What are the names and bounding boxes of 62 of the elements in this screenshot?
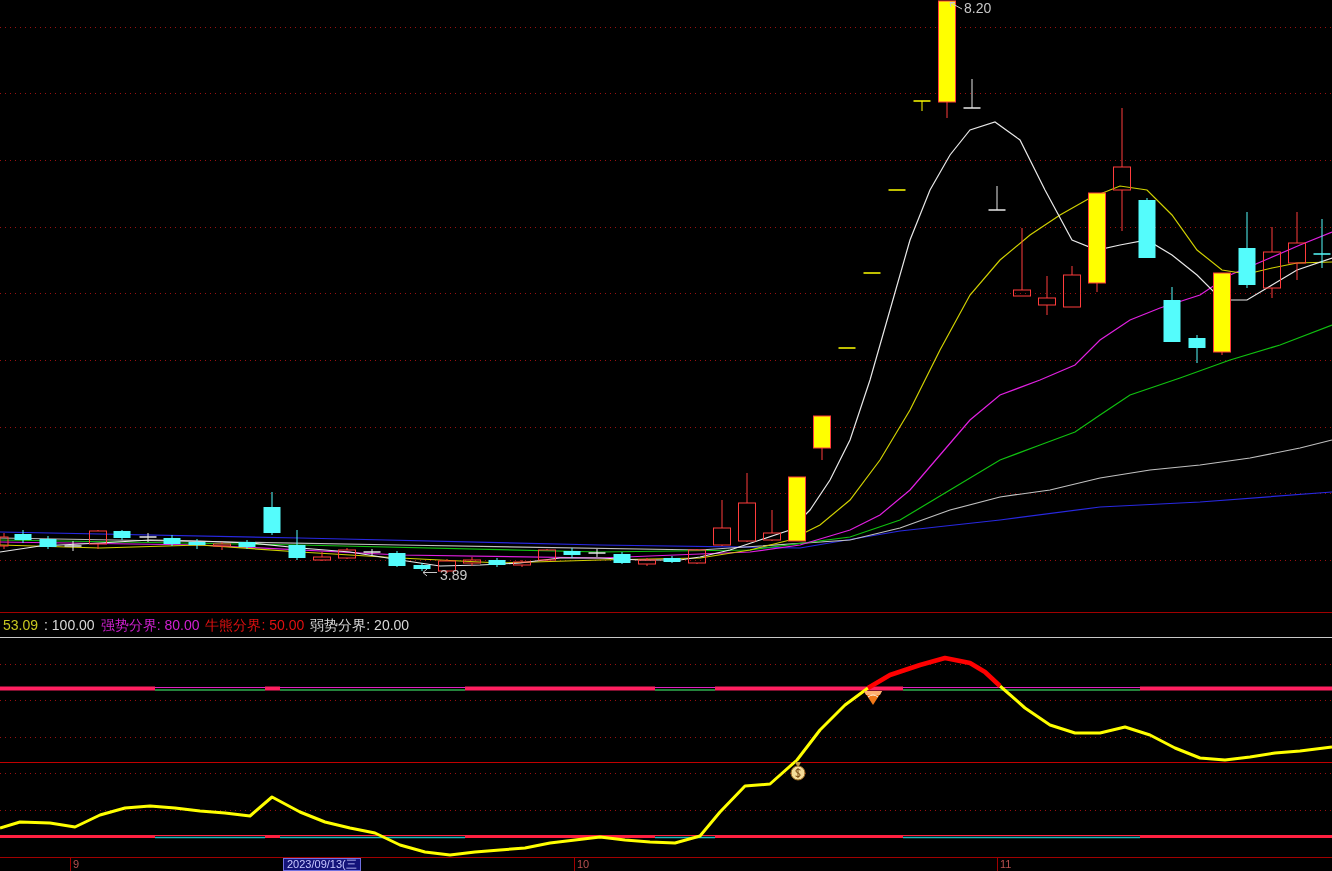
candlestick <box>1288 211 1306 281</box>
leader-arrow <box>949 2 963 10</box>
candlestick <box>413 562 431 572</box>
candlestick <box>688 548 706 565</box>
legend-text: 53.09 <box>3 617 39 633</box>
candlestick <box>713 499 731 547</box>
candlestick <box>14 529 32 544</box>
candlestick <box>113 529 131 541</box>
candlestick <box>912 100 932 112</box>
month-label: 11 <box>1000 858 1012 871</box>
month-label: 10 <box>577 858 590 871</box>
candlestick <box>663 555 681 564</box>
candlestick <box>238 539 256 550</box>
candlestick <box>788 476 806 542</box>
price-label: 3.89 <box>440 567 468 583</box>
candlestick <box>463 556 481 567</box>
candlestick <box>837 347 857 349</box>
candlestick <box>587 548 607 558</box>
candlestick <box>63 540 83 552</box>
leader-arrow <box>422 568 438 577</box>
candlestick <box>887 189 907 191</box>
candlestick <box>1138 197 1156 259</box>
candlestick <box>1312 218 1332 269</box>
candlestick <box>89 529 107 550</box>
candlestick <box>1038 275 1056 316</box>
candlestick <box>388 550 406 568</box>
candlestick <box>0 532 9 550</box>
candlestick <box>362 548 382 556</box>
candlestick <box>313 551 331 562</box>
candlestick <box>513 559 531 568</box>
candlestick <box>1063 265 1081 308</box>
candlestick <box>213 541 231 551</box>
candlestick <box>163 534 181 547</box>
candlestick <box>1163 286 1181 343</box>
candlestick <box>763 509 781 542</box>
candlestick <box>338 547 356 560</box>
candlestick <box>638 557 656 567</box>
candlestick <box>188 538 206 550</box>
candlestick <box>138 532 158 543</box>
candlestick <box>862 272 882 274</box>
candlestick <box>738 472 756 543</box>
price-label: 8.20 <box>964 0 992 16</box>
candlestick <box>962 78 982 109</box>
candlestick <box>39 535 57 550</box>
candlestick <box>263 491 281 536</box>
candlestick <box>1188 334 1206 364</box>
candlestick <box>613 551 631 565</box>
candlestick <box>488 557 506 568</box>
candlestick <box>1013 227 1031 297</box>
legend-text: 强势分界: 80.00 <box>100 617 200 633</box>
legend-text: 牛熊分界: 50.00 <box>205 617 305 633</box>
candlestick <box>987 185 1007 211</box>
date-label: 2023/09/13(三 <box>283 858 361 871</box>
candlestick <box>288 529 306 561</box>
diamond-icon <box>864 691 882 705</box>
candlestick <box>813 415 831 461</box>
month-label: 9 <box>73 858 80 871</box>
legend-text: : 100.00 <box>44 617 95 633</box>
money-bag-icon <box>790 762 806 781</box>
legend-text: 弱势分界: 20.00 <box>310 617 410 633</box>
candlestick <box>538 548 556 562</box>
candlestick <box>563 547 581 559</box>
